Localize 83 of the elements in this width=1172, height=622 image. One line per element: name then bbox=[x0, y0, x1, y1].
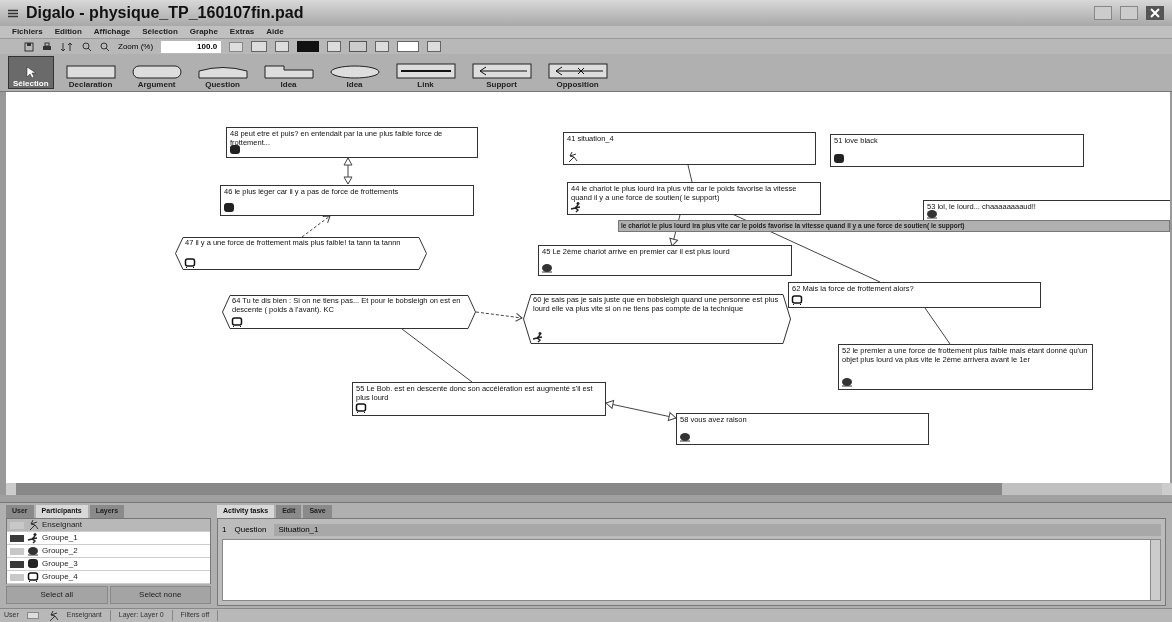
close-icon[interactable] bbox=[1146, 6, 1164, 20]
tv-icon bbox=[27, 571, 39, 583]
spinner-button[interactable] bbox=[229, 41, 244, 52]
palette-tool[interactable]: Link bbox=[391, 56, 460, 89]
menu-item[interactable]: Sélection bbox=[142, 26, 178, 38]
question-label: Question bbox=[234, 524, 267, 536]
tv-icon bbox=[231, 316, 243, 328]
palette-tool[interactable]: Sélection bbox=[8, 56, 54, 89]
vertical-scrollbar[interactable] bbox=[1150, 540, 1160, 600]
palette-tool[interactable]: Opposition bbox=[543, 56, 612, 89]
zoom-in-icon[interactable] bbox=[82, 41, 92, 52]
connector-line bbox=[401, 328, 473, 383]
running-figure-icon bbox=[27, 532, 39, 544]
line-style-swatch[interactable] bbox=[397, 41, 420, 52]
participant-name: Groupe_1 bbox=[42, 532, 78, 544]
participant-name: Enseignant bbox=[42, 519, 83, 531]
save-icon[interactable] bbox=[24, 41, 34, 52]
print-icon[interactable] bbox=[42, 41, 52, 52]
participant-row[interactable]: Groupe_1 bbox=[7, 532, 210, 545]
participant-name: Groupe_4 bbox=[42, 571, 78, 583]
participant-row[interactable]: Enseignant bbox=[7, 519, 210, 532]
participant-name: Groupe_2 bbox=[42, 545, 78, 557]
menu-item[interactable]: Fichiers bbox=[12, 26, 43, 38]
sort-icon[interactable] bbox=[60, 41, 74, 52]
select-button[interactable]: Select all bbox=[6, 586, 108, 604]
blob-icon bbox=[223, 202, 235, 214]
answer-box[interactable] bbox=[222, 539, 1161, 601]
dashed-arrow-line bbox=[475, 311, 523, 322]
minimize-button[interactable] bbox=[1094, 6, 1112, 20]
palette-tool[interactable]: Question bbox=[193, 56, 252, 89]
rounded-shape-icon bbox=[131, 65, 182, 79]
zoom-field[interactable]: 100.0 bbox=[161, 40, 222, 53]
question-field[interactable]: Situation_1 bbox=[274, 524, 1161, 536]
blob-icon bbox=[229, 144, 241, 156]
window-title: Digalo - physique_TP_160107fin.pad bbox=[26, 3, 304, 23]
palette-tool[interactable]: Argument bbox=[127, 56, 186, 89]
double-arrow-line bbox=[343, 157, 353, 185]
color-swatch[interactable] bbox=[297, 41, 320, 52]
participant-row[interactable]: Groupe_2 bbox=[7, 545, 210, 558]
rectangle-shape-icon bbox=[65, 65, 116, 79]
palette-tool[interactable]: Support bbox=[467, 56, 536, 89]
blob-icon bbox=[27, 558, 39, 570]
menu-item[interactable]: Aide bbox=[266, 26, 284, 38]
stick-figure-icon bbox=[566, 151, 578, 163]
menu-item[interactable]: Affichage bbox=[93, 26, 131, 38]
dropdown-button[interactable] bbox=[327, 41, 342, 52]
tv-icon bbox=[355, 402, 367, 414]
menu-icon[interactable] bbox=[8, 8, 18, 18]
double-arrow-line bbox=[605, 400, 677, 421]
ellipse-shape-icon bbox=[329, 65, 380, 79]
running-figure-icon bbox=[532, 331, 544, 343]
tv-icon bbox=[184, 257, 196, 269]
menu-item[interactable]: Graphe bbox=[189, 26, 218, 38]
palette-tool[interactable]: Idea bbox=[325, 56, 384, 89]
hump-shape-icon bbox=[197, 65, 248, 79]
palette-tool[interactable]: Idea bbox=[259, 56, 318, 89]
stick-figure-icon bbox=[27, 519, 39, 531]
palette-tool[interactable]: Declaration bbox=[61, 56, 120, 89]
menu-item[interactable]: Extras bbox=[229, 26, 255, 38]
participant-name: Groupe_3 bbox=[42, 558, 78, 570]
pointer-icon bbox=[24, 66, 37, 78]
connector-line bbox=[924, 307, 951, 345]
select-button[interactable]: Select none bbox=[109, 586, 211, 604]
fill-swatch[interactable] bbox=[349, 41, 368, 52]
menu-item[interactable]: Edition bbox=[54, 26, 82, 38]
participant-row[interactable]: Groupe_3 bbox=[7, 558, 210, 571]
running-figure-icon bbox=[570, 201, 582, 213]
dropdown-button[interactable] bbox=[275, 41, 290, 52]
restore-button[interactable] bbox=[1120, 6, 1138, 20]
dropdown-button[interactable] bbox=[375, 41, 390, 52]
participant-row[interactable]: Groupe_4 bbox=[7, 571, 210, 584]
question-number: 1 bbox=[222, 524, 227, 536]
dashed-arrow-line bbox=[301, 215, 331, 238]
scrollbar-thumb[interactable] bbox=[1002, 483, 1162, 495]
connector-line bbox=[687, 164, 693, 183]
dropdown-button[interactable] bbox=[427, 41, 442, 52]
blob-icon bbox=[833, 153, 845, 165]
zoom-out-icon[interactable] bbox=[100, 41, 110, 52]
zoom-label: Zoom (%) bbox=[118, 40, 154, 53]
font-button[interactable] bbox=[251, 41, 268, 52]
tv-icon bbox=[791, 294, 803, 306]
color-swatch bbox=[26, 612, 39, 619]
tab-shape-icon bbox=[263, 65, 314, 79]
